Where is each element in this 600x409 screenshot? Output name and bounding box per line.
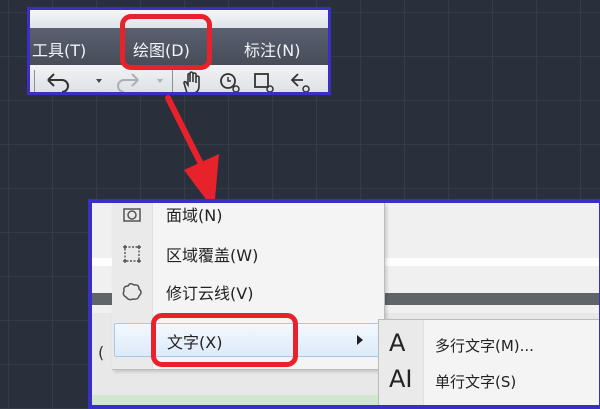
mtext-icon: A	[389, 329, 406, 357]
menu-item-wipeout[interactable]: 区域覆盖(W)	[112, 237, 384, 271]
menu-item-revcloud[interactable]: 修订云线(V)	[112, 275, 384, 309]
undo-icon[interactable]	[44, 71, 72, 92]
zoom-window-icon[interactable]	[252, 71, 278, 92]
zoom-realtime-icon[interactable]	[218, 71, 244, 92]
single-line-text-icon: AI	[389, 365, 413, 393]
menu-dimension[interactable]: 标注(N)	[244, 37, 300, 61]
background-paren: (	[98, 343, 105, 362]
region-icon	[121, 203, 143, 225]
title-strip	[30, 10, 328, 28]
pan-hand-icon[interactable]	[180, 71, 206, 92]
menu-item-label: 修订云线(V)	[166, 284, 254, 303]
wipeout-icon	[121, 243, 143, 265]
submenu-item-single-line-text[interactable]: AI 单行文字(S)	[379, 364, 599, 398]
menu-draw[interactable]: 绘图(D)	[133, 37, 190, 61]
toolbar-separator	[172, 70, 173, 92]
text-submenu: A 多行文字(M)... AI 单行文字(S)	[378, 319, 599, 405]
draw-menu-inset: ( 面域(N) 区域覆盖(W) 修订云线(V) 文字(X) A 多行文字(M).…	[88, 199, 600, 409]
menu-item-region[interactable]: 面域(N)	[112, 203, 384, 231]
redo-icon[interactable]	[114, 71, 142, 92]
submenu-item-label: 单行文字(S)	[435, 373, 517, 391]
submenu-item-mtext[interactable]: A 多行文字(M)...	[379, 328, 599, 362]
zoom-previous-icon[interactable]	[288, 71, 314, 92]
draw-dropdown-menu: 面域(N) 区域覆盖(W) 修订云线(V) 文字(X)	[112, 203, 385, 370]
submenu-arrow-icon	[357, 335, 363, 345]
menu-item-label: 文字(X)	[167, 333, 223, 352]
standard-toolbar	[30, 65, 328, 92]
redo-dropdown-caret[interactable]	[157, 79, 163, 83]
toolbar-separator	[34, 70, 35, 92]
menu-item-label: 区域覆盖(W)	[166, 246, 259, 265]
revcloud-icon	[121, 281, 143, 303]
menubar: 工具(T) 绘图(D) 标注(N)	[30, 28, 328, 65]
submenu-item-label: 多行文字(M)...	[435, 337, 534, 355]
menu-item-label: 面域(N)	[166, 206, 223, 225]
menu-item-text[interactable]: 文字(X)	[114, 323, 380, 357]
menubar-inset: 工具(T) 绘图(D) 标注(N)	[27, 7, 331, 95]
menu-tools[interactable]: 工具(T)	[32, 37, 86, 61]
undo-dropdown-caret[interactable]	[96, 79, 102, 83]
